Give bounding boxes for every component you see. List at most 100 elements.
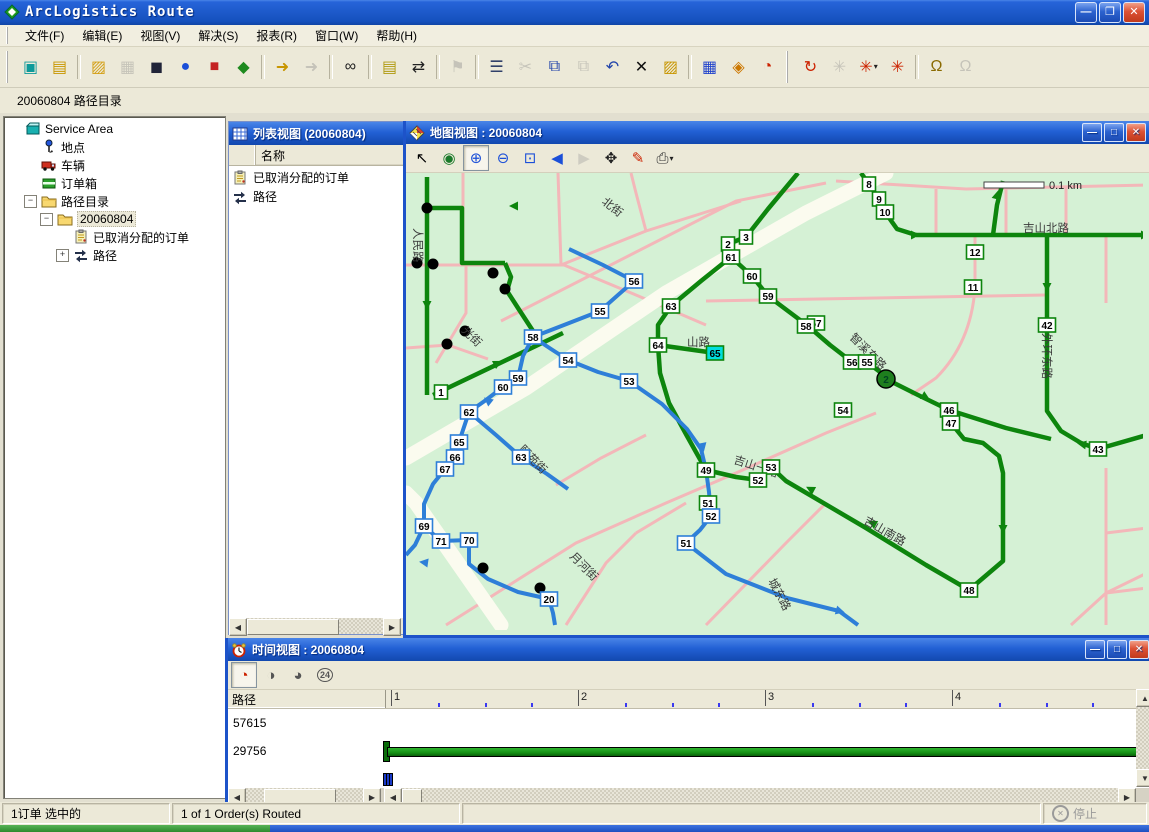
- map-stop-marker[interactable]: 2: [722, 237, 735, 251]
- map-view-button[interactable]: ◈: [724, 52, 753, 81]
- map-stop-marker[interactable]: 51: [700, 496, 717, 510]
- new-vehicle-button[interactable]: ■: [200, 52, 229, 81]
- map-stop-marker[interactable]: 8: [863, 177, 876, 191]
- time-view-titlebar[interactable]: 时间视图 : 20060804 —□✕: [228, 638, 1149, 661]
- toolbar-grip[interactable]: [786, 51, 792, 83]
- map-stop-marker[interactable]: 49: [698, 463, 715, 477]
- timeline-scroll-left-button[interactable]: ◀: [384, 788, 402, 802]
- draw-button[interactable]: ✎: [625, 145, 651, 171]
- zoom-out-button[interactable]: ⊖: [490, 145, 516, 171]
- zoom-in-button[interactable]: ⊕: [463, 145, 489, 171]
- timeline-scroll-right-button[interactable]: ▶: [1118, 788, 1136, 802]
- open-project-button[interactable]: ▤: [45, 52, 74, 81]
- menu-item[interactable]: 解决(S): [189, 25, 247, 46]
- map-stop-marker[interactable]: 48: [961, 583, 978, 597]
- map-stop-marker[interactable]: 20: [541, 592, 558, 606]
- menu-item[interactable]: 报表(R): [247, 25, 306, 46]
- scroll-track[interactable]: [1136, 707, 1149, 769]
- scroll-track[interactable]: [247, 618, 383, 634]
- map-stop-marker[interactable]: 52: [750, 473, 767, 487]
- import-orders-button[interactable]: ➜: [268, 52, 297, 81]
- lock-button[interactable]: Ω: [922, 52, 951, 81]
- copy-button[interactable]: ⧉: [540, 52, 569, 81]
- map-stop-marker[interactable]: 47: [943, 416, 960, 430]
- start-button-edge[interactable]: [0, 825, 270, 832]
- dropdown-arrow-icon[interactable]: ▾: [670, 154, 674, 163]
- map-stop-marker[interactable]: 51: [678, 536, 695, 550]
- timeline-scroll-thumb[interactable]: [402, 789, 422, 802]
- map-stop-marker[interactable]: 9: [873, 192, 886, 206]
- minimize-button[interactable]: —: [1085, 640, 1105, 659]
- map-stop-marker[interactable]: 60: [744, 269, 761, 283]
- minimize-button[interactable]: —: [1075, 2, 1097, 23]
- time-view-button[interactable]: ◔: [753, 52, 782, 81]
- map-canvas[interactable]: 北街吉山北路智溪东路外环东路山路人民路光街颐苑街月河街吉山一路吉山南路城东路57…: [406, 173, 1149, 635]
- maximize-button[interactable]: □: [1104, 123, 1124, 142]
- route-view-button[interactable]: ⇄: [404, 52, 433, 81]
- map-stop-marker[interactable]: 55: [592, 304, 609, 318]
- map-stop-marker[interactable]: 69: [416, 519, 433, 533]
- move-orders-button[interactable]: ✳▾: [854, 52, 883, 81]
- map-stop-marker[interactable]: 65: [707, 346, 724, 360]
- map-stop-marker[interactable]: 58: [525, 330, 542, 344]
- map-stop-marker[interactable]: 58: [798, 319, 815, 333]
- new-order-button[interactable]: ◆: [229, 52, 258, 81]
- timeline-cursor-marker[interactable]: [383, 773, 393, 786]
- new-folder-button[interactable]: ▨: [84, 52, 113, 81]
- unassigned-stop-dot[interactable]: [428, 259, 439, 270]
- map-stop-marker[interactable]: 10: [877, 205, 894, 219]
- map-stop-marker[interactable]: 60: [495, 380, 512, 394]
- print-button[interactable]: ⎙▾: [652, 145, 678, 171]
- tree-item[interactable]: 车辆: [4, 156, 225, 174]
- map-stop-marker[interactable]: 61: [723, 250, 740, 264]
- map-stop-marker[interactable]: 42: [1039, 318, 1056, 332]
- pan-button[interactable]: ✥: [598, 145, 624, 171]
- route-time-bar[interactable]: [387, 747, 1137, 757]
- timeline-scroll-track[interactable]: [402, 788, 1118, 802]
- map-stop-marker[interactable]: 71: [433, 534, 450, 548]
- map-stop-marker[interactable]: 52: [703, 509, 720, 523]
- menu-grip[interactable]: [6, 27, 12, 44]
- unassigned-stop-dot[interactable]: [478, 563, 489, 574]
- maximize-button[interactable]: □: [1107, 640, 1127, 659]
- map-stop-marker[interactable]: 70: [461, 533, 478, 547]
- full-extent-button[interactable]: ◉: [436, 145, 462, 171]
- unassigned-stop-dot[interactable]: [488, 268, 499, 279]
- tree-item[interactable]: −路径目录: [4, 192, 225, 210]
- scroll-track[interactable]: [246, 788, 363, 802]
- tree-expander[interactable]: −: [24, 195, 37, 208]
- map-stop-marker[interactable]: 64: [650, 338, 667, 352]
- menu-item[interactable]: 编辑(E): [73, 25, 131, 46]
- save-button[interactable]: ◼: [142, 52, 171, 81]
- tree-item[interactable]: 已取消分配的订单: [4, 228, 225, 246]
- delete-button[interactable]: ✕: [627, 52, 656, 81]
- menu-item[interactable]: 窗口(W): [306, 25, 367, 46]
- close-button[interactable]: ✕: [1126, 123, 1146, 142]
- scroll-right-button[interactable]: ▶: [383, 618, 401, 636]
- map-stop-marker[interactable]: 53: [621, 374, 638, 388]
- map-stop-marker[interactable]: 46: [941, 403, 958, 417]
- unassigned-stop-dot[interactable]: [442, 339, 453, 350]
- map-stop-marker[interactable]: 54: [835, 403, 852, 417]
- new-project-button[interactable]: ▣: [16, 52, 45, 81]
- scroll-right-button[interactable]: ▶: [363, 788, 381, 802]
- clock-24-view-button[interactable]: 24: [312, 662, 338, 688]
- route-column-header[interactable]: 路径: [228, 690, 386, 708]
- map-stop-marker[interactable]: 54: [560, 353, 577, 367]
- scroll-down-button[interactable]: ▼: [1136, 769, 1149, 787]
- select-tool-button[interactable]: ↖: [409, 145, 435, 171]
- properties-button[interactable]: ☰: [482, 52, 511, 81]
- depot-marker[interactable]: 2: [877, 370, 895, 388]
- map-stop-marker[interactable]: 62: [461, 405, 478, 419]
- menu-item[interactable]: 帮助(H): [367, 25, 426, 46]
- map-stop-marker[interactable]: 56: [626, 274, 643, 288]
- back-extent-button[interactable]: ◀: [544, 145, 570, 171]
- map-stop-marker[interactable]: 3: [740, 230, 753, 244]
- solve-button[interactable]: ↻: [796, 52, 825, 81]
- zoom-to-selected-button[interactable]: ⊡: [517, 145, 543, 171]
- tree-item[interactable]: −20060804: [4, 210, 225, 228]
- map-stop-marker[interactable]: 55: [859, 355, 876, 369]
- toolbar-grip[interactable]: [6, 51, 12, 83]
- map-view-titlebar[interactable]: 地图视图 : 20060804 —□✕: [406, 121, 1149, 144]
- restore-button[interactable]: ❐: [1099, 2, 1121, 23]
